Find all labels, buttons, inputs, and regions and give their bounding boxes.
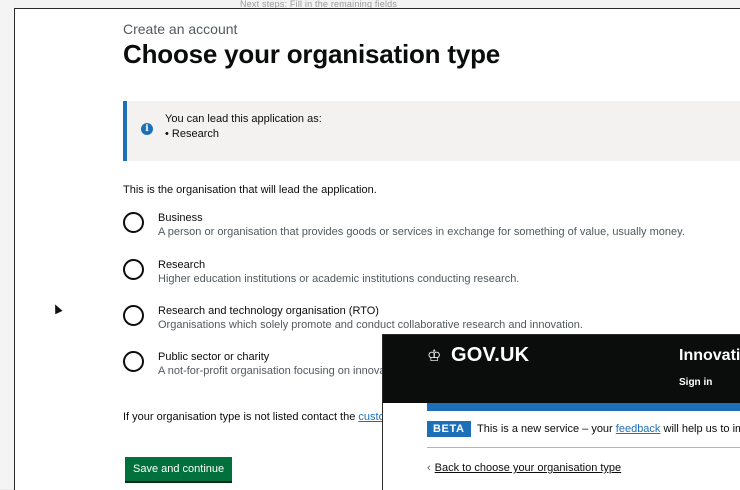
option-label[interactable]: Business bbox=[158, 212, 203, 224]
option-hint: Organisations which solely promote and c… bbox=[158, 319, 583, 331]
radio-rto[interactable] bbox=[123, 305, 144, 326]
page-title: Choose your organisation type bbox=[123, 39, 501, 69]
inset-lead: You can lead this application as: bbox=[165, 113, 322, 125]
govuk-header: ♔ GOV.UK Innovation Funding Service Sign… bbox=[383, 335, 740, 403]
option-label[interactable]: Public sector or charity bbox=[158, 351, 269, 363]
intro-text: This is the organisation that will lead … bbox=[123, 184, 377, 196]
beta-tag: BETA bbox=[427, 421, 471, 437]
info-icon: i bbox=[141, 123, 153, 135]
feedback-link[interactable]: feedback bbox=[616, 423, 661, 435]
chevron-left-icon: ‹ bbox=[427, 462, 431, 474]
service-name[interactable]: Innovation Funding Service bbox=[679, 347, 740, 365]
phase-banner: BETA This is a new service – your feedba… bbox=[427, 421, 740, 448]
radio-business[interactable] bbox=[123, 212, 144, 233]
crown-icon: ♔ bbox=[427, 348, 442, 365]
header-accent-strip bbox=[427, 403, 740, 411]
save-and-continue-button[interactable]: Save and continue bbox=[125, 457, 233, 481]
sign-in-link[interactable]: Sign in bbox=[679, 377, 712, 388]
overlay-window: ♔ GOV.UK Innovation Funding Service Sign… bbox=[382, 334, 740, 490]
inset-list-item: • Research bbox=[165, 128, 219, 140]
radio-public-sector[interactable] bbox=[123, 351, 144, 372]
page-caption: Create an account bbox=[123, 21, 238, 37]
info-inset: i You can lead this application as: • Re… bbox=[123, 101, 740, 161]
option-hint: A person or organisation that provides g… bbox=[158, 226, 685, 238]
option-hint: Higher education institutions or academi… bbox=[158, 273, 520, 285]
phase-banner-text: This is a new service – your feedback wi… bbox=[477, 423, 740, 435]
back-link[interactable]: ‹ Back to choose your organisation type bbox=[427, 462, 621, 474]
govuk-logo[interactable]: GOV.UK bbox=[451, 344, 529, 367]
background-window-text: Next steps: Fill in the remaining fields bbox=[240, 0, 398, 8]
radio-research[interactable] bbox=[123, 259, 144, 280]
left-gutter bbox=[0, 0, 14, 489]
option-label[interactable]: Research bbox=[158, 259, 205, 271]
option-label[interactable]: Research and technology organisation (RT… bbox=[158, 305, 379, 317]
option-hint: A not-for-profit organisation focusing o… bbox=[158, 365, 404, 377]
contact-note-text: If your organisation type is not listed … bbox=[123, 411, 359, 423]
background-window: Next steps: Fill in the remaining fields bbox=[0, 0, 740, 8]
